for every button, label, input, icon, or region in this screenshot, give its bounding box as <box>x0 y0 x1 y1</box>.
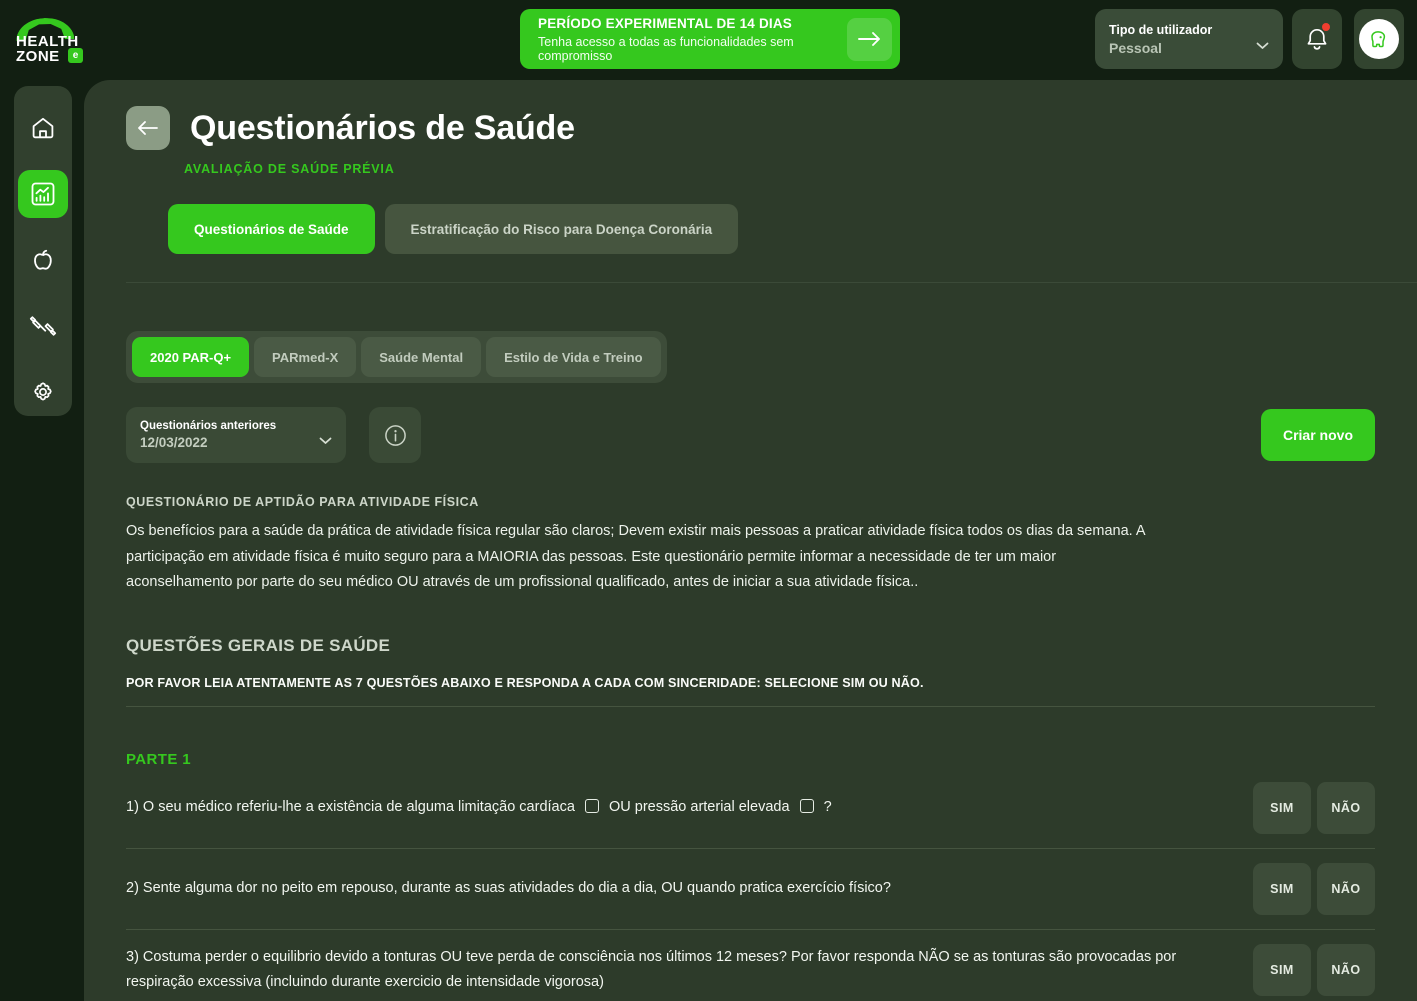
create-new-button[interactable]: Criar novo <box>1260 409 1375 461</box>
subtab-saude-mental[interactable]: Saúde Mental <box>361 337 482 377</box>
section-heading: QUESTÕES GERAIS DE SAÚDE <box>126 635 391 655</box>
logo[interactable]: HEALTH ZONE e <box>14 18 84 65</box>
tab-questionarios-de-saude[interactable]: Questionários de Saúde <box>168 204 375 254</box>
previous-questionnaires-row: 12/03/2022 <box>140 435 332 450</box>
panel-header: Questionários de Saúde AVALIAÇÃO DE SAÚD… <box>84 80 1417 283</box>
section-caption: QUESTIONÁRIO DE APTIDÃO PARA ATIVIDADE F… <box>126 495 479 509</box>
question-row: 2) Sente alguma dor no peito em repouso,… <box>126 849 1375 930</box>
question-text: 3) Costuma perder o equilibrio devido a … <box>126 948 1177 990</box>
main-panel: Questionários de Saúde AVALIAÇÃO DE SAÚD… <box>84 80 1417 1001</box>
notifications-button[interactable] <box>1292 9 1342 69</box>
app-root: HEALTH ZONE e PERÍODO EXPERIMENTAL DE 14… <box>0 0 1417 1001</box>
answer-yes-button[interactable]: SIM <box>1253 943 1311 996</box>
sidebar-item-training[interactable] <box>18 302 68 350</box>
answer-yes-button[interactable]: SIM <box>1253 781 1311 834</box>
section-body: Os benefícios para a saúde da prática de… <box>126 523 1145 590</box>
question-checkbox[interactable] <box>584 799 599 813</box>
trial-banner[interactable]: PERÍODO EXPERIMENTAL DE 14 DIAS Tenha ac… <box>520 9 900 69</box>
arrow-right-icon[interactable] <box>847 17 892 61</box>
answer-group: SIM NÃO <box>1253 862 1375 915</box>
primary-tabs: Questionários de Saúde Estratificação do… <box>168 204 1417 254</box>
info-icon <box>384 424 406 446</box>
arrow-left-icon <box>138 121 158 135</box>
page-title: Questionários de Saúde <box>190 108 575 147</box>
subtab-par-q-plus[interactable]: 2020 PAR-Q+ <box>132 337 250 377</box>
section-instructions: POR FAVOR LEIA ATENTAMENTE AS 7 QUESTÕES… <box>126 675 924 690</box>
answer-group: SIM NÃO <box>1253 943 1375 996</box>
home-icon <box>32 117 54 139</box>
logo-chip: e <box>68 48 83 63</box>
previous-questionnaires-label: Questionários anteriores <box>140 420 277 432</box>
answer-no-button[interactable]: NÃO <box>1317 943 1375 996</box>
tab-estratificacao-risco[interactable]: Estratificação do Risco para Doença Coro… <box>384 204 739 254</box>
section-divider <box>126 705 1375 707</box>
previous-questionnaires-value: 12/03/2022 <box>140 435 208 450</box>
previous-questionnaires-select[interactable]: Questionários anteriores 12/03/2022 <box>126 407 346 463</box>
answer-yes-button[interactable]: SIM <box>1253 862 1311 915</box>
info-button[interactable] <box>369 407 421 463</box>
user-type-label: Tipo de utilizador <box>1109 22 1213 37</box>
panel-content: 2020 PAR-Q+ PARmed-X Saúde Mental Estilo… <box>84 283 1417 1001</box>
avatar-button[interactable] <box>1354 9 1404 69</box>
question-row: 3) Costuma perder o equilibrio devido a … <box>126 930 1375 1001</box>
action-row: Questionários anteriores 12/03/2022 Cria… <box>126 407 1375 463</box>
page-subtitle: AVALIAÇÃO DE SAÚDE PRÉVIA <box>184 162 395 176</box>
answer-no-button[interactable]: NÃO <box>1317 781 1375 834</box>
user-type-row: Pessoal <box>1109 40 1269 56</box>
back-button[interactable] <box>126 106 170 150</box>
trial-subtitle: Tenha acesso a todas as funcionalidades … <box>538 34 794 63</box>
apple-icon <box>34 249 52 270</box>
chevron-down-icon <box>319 437 332 448</box>
avatar <box>1359 19 1399 59</box>
questions-list: 1) O seu médico referiu-lhe a existência… <box>126 768 1375 1001</box>
title-row: Questionários de Saúde <box>126 106 1417 150</box>
sidebar-item-nutrition[interactable] <box>18 236 68 284</box>
top-bar: HEALTH ZONE e PERÍODO EXPERIMENTAL DE 14… <box>0 0 1417 78</box>
sidebar <box>14 86 72 416</box>
logo-line-2: ZONE <box>16 48 60 65</box>
questionnaire-type-tabs: 2020 PAR-Q+ PARmed-X Saúde Mental Estilo… <box>126 331 667 383</box>
question-text: 2) Sente alguma dor no peito em repouso,… <box>126 880 891 896</box>
logo-line-1: HEALTH <box>16 33 79 50</box>
chevron-down-icon <box>1256 42 1269 53</box>
dumbbell-icon <box>29 316 57 336</box>
trial-text: PERÍODO EXPERIMENTAL DE 14 DIAS Tenha ac… <box>538 16 847 63</box>
user-type-select[interactable]: Tipo de utilizador Pessoal <box>1095 9 1283 69</box>
question-checkbox[interactable] <box>799 799 814 813</box>
user-avatar-icon <box>1371 31 1386 48</box>
subtab-estilo-de-vida-e-treino[interactable]: Estilo de Vida e Treino <box>486 337 661 377</box>
trial-title: PERÍODO EXPERIMENTAL DE 14 DIAS <box>538 15 792 31</box>
question-text: 1) O seu médico referiu-lhe a existência… <box>126 799 832 815</box>
part-label: PARTE 1 <box>126 750 192 768</box>
answer-group: SIM NÃO <box>1253 781 1375 834</box>
question-row: 1) O seu médico referiu-lhe a existência… <box>126 768 1375 849</box>
sidebar-item-settings[interactable] <box>18 368 68 416</box>
gear-icon <box>34 382 52 401</box>
notification-badge <box>1322 23 1330 31</box>
subtab-parmed-x[interactable]: PARmed-X <box>254 337 357 377</box>
sidebar-item-analytics[interactable] <box>18 170 68 218</box>
chart-icon <box>31 182 55 206</box>
user-type-value: Pessoal <box>1109 39 1162 56</box>
answer-no-button[interactable]: NÃO <box>1317 862 1375 915</box>
sidebar-item-home[interactable] <box>18 104 68 152</box>
